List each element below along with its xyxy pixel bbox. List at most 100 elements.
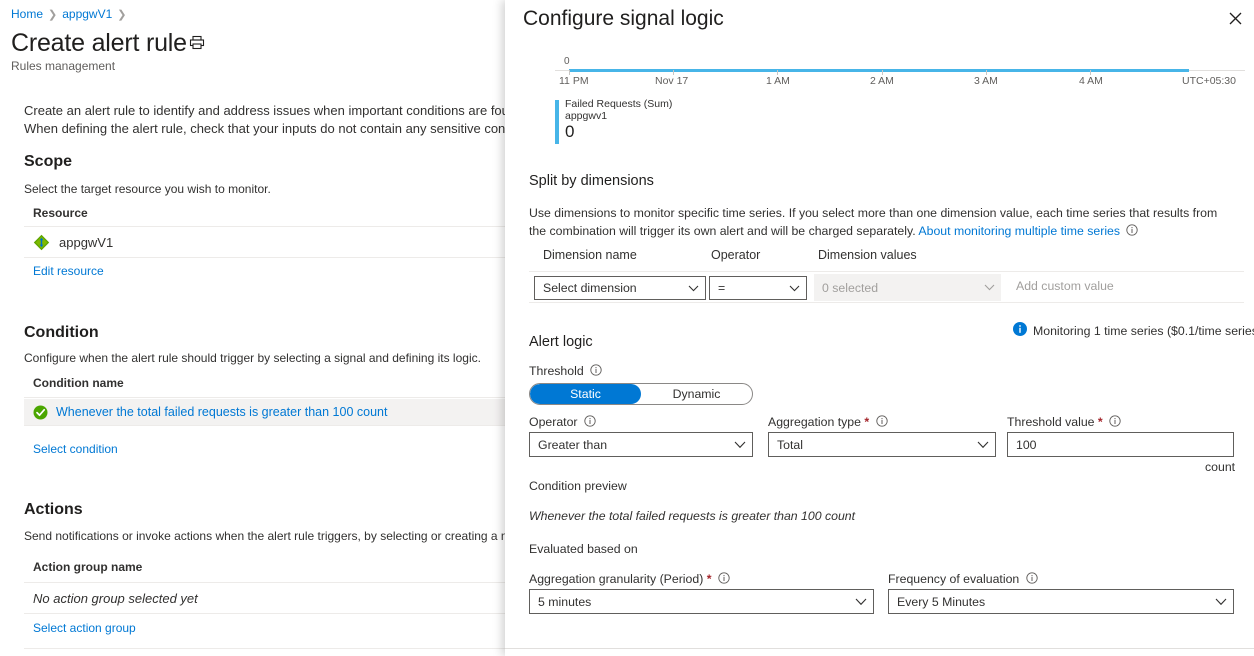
operator-value-select[interactable]: Greater than (529, 432, 753, 457)
actions-heading: Actions (24, 501, 83, 518)
metric-chart: 0 11 PM Nov 17 1 AM 2 AM 3 AM 4 AM UTC+0… (555, 56, 1245, 150)
chart-x-tick-label: 11 PM (559, 75, 589, 87)
select-action-group-link[interactable]: Select action group (33, 620, 136, 637)
scope-heading: Scope (24, 153, 73, 170)
action-group-empty-text: No action group selected yet (33, 590, 198, 606)
aggregation-type-label-text: Aggregation type (768, 415, 861, 429)
frequency-of-evaluation-select[interactable]: Every 5 Minutes (888, 589, 1234, 614)
split-description-line-2: combination will trigger its own alert a… (549, 224, 916, 238)
info-icon[interactable] (1109, 415, 1121, 427)
dimension-values-select: 0 selected (814, 274, 1001, 301)
threshold-label-text: Threshold (529, 364, 584, 378)
info-icon[interactable] (718, 572, 730, 584)
select-condition-link[interactable]: Select condition (33, 441, 118, 458)
aggregation-type-selected-value: Total (777, 437, 803, 452)
frequency-of-evaluation-label: Frequency of evaluation (888, 571, 1038, 588)
divider (24, 257, 505, 258)
aggregation-type-select[interactable]: Total (768, 432, 996, 457)
chart-series-line (569, 69, 1189, 72)
threshold-value-label: Threshold value * (1007, 414, 1121, 431)
edit-resource-link[interactable]: Edit resource (33, 263, 104, 280)
chevron-down-icon (789, 285, 800, 292)
operator-field-label-text: Operator (529, 415, 578, 429)
condition-description: Configure when the alert rule should tri… (24, 351, 481, 365)
required-indicator: * (1094, 415, 1103, 429)
configure-signal-logic-panel: Configure signal logic 0 11 PM Nov 17 1 … (505, 0, 1254, 656)
frequency-of-evaluation-value: Every 5 Minutes (897, 594, 986, 609)
divider (24, 648, 505, 649)
breadcrumb-separator-icon: ❯ (48, 9, 58, 21)
close-icon[interactable] (1222, 5, 1248, 31)
breadcrumb-home[interactable]: Home (11, 7, 43, 21)
condition-name-link[interactable]: Whenever the total failed requests is gr… (56, 405, 387, 419)
condition-heading: Condition (24, 324, 99, 341)
add-custom-value-input[interactable]: Add custom value (1016, 274, 1114, 298)
resource-row[interactable]: appgwV1 (24, 227, 505, 257)
threshold-value-input[interactable]: 100 (1007, 432, 1234, 457)
info-icon (1013, 322, 1027, 336)
dimension-name-select[interactable]: Select dimension (534, 276, 706, 300)
panel-title: Configure signal logic (523, 7, 724, 30)
threshold-dynamic-option[interactable]: Dynamic (641, 384, 752, 404)
chevron-down-icon (984, 284, 995, 291)
chart-x-tick-label: Nov 17 (655, 75, 689, 87)
info-icon[interactable] (1126, 223, 1139, 236)
threshold-label: Threshold (529, 363, 602, 380)
divider (529, 302, 1244, 303)
operator-field-label: Operator (529, 414, 596, 431)
aggregation-granularity-label-text: Aggregation granularity (Period) (529, 572, 704, 586)
threshold-type-toggle[interactable]: Static Dynamic (529, 383, 753, 405)
threshold-value-text: 100 (1016, 437, 1037, 452)
page-subtitle: Rules management (11, 59, 116, 73)
print-icon[interactable] (188, 34, 206, 52)
monitoring-time-series-note: Monitoring 1 time series ($0.1/time seri… (1033, 324, 1254, 338)
action-group-empty-row: No action group selected yet (24, 583, 505, 613)
about-monitoring-multiple-time-series-link[interactable]: About monitoring multiple time series (918, 224, 1120, 238)
chevron-down-icon (977, 441, 989, 449)
chart-y-tick-0: 0 (564, 56, 570, 67)
operator-value: = (718, 281, 726, 295)
success-check-icon (33, 405, 48, 420)
breadcrumb: Home ❯ appgwV1 ❯ (11, 6, 132, 23)
chart-x-tick-label: 4 AM (1079, 75, 1103, 87)
legend-color-swatch (555, 100, 559, 144)
info-icon[interactable] (875, 415, 888, 427)
resource-name: appgwV1 (59, 234, 114, 250)
chevron-down-icon (855, 598, 867, 606)
dimension-values-value: 0 selected (822, 280, 879, 295)
operator-select[interactable]: = (709, 276, 807, 300)
chart-x-tick-label: 3 AM (974, 75, 998, 87)
chart-x-axis: 11 PM Nov 17 1 AM 2 AM 3 AM 4 AM UTC+05:… (555, 70, 1245, 90)
operator-selected-value: Greater than (538, 437, 608, 452)
panel-footer-divider (505, 648, 1254, 649)
split-by-dimensions-heading: Split by dimensions (529, 173, 654, 189)
threshold-static-option[interactable]: Static (530, 384, 641, 404)
evaluated-based-on-heading: Evaluated based on (529, 542, 638, 556)
condition-column-header: Condition name (33, 376, 124, 390)
condition-row[interactable]: Whenever the total failed requests is gr… (24, 399, 505, 425)
application-gateway-icon (33, 234, 50, 251)
info-icon[interactable] (584, 415, 596, 427)
aggregation-granularity-label: Aggregation granularity (Period) * (529, 571, 730, 588)
aggregation-granularity-select[interactable]: 5 minutes (529, 589, 874, 614)
info-icon[interactable] (590, 364, 602, 376)
breadcrumb-resource[interactable]: appgwV1 (62, 7, 112, 21)
actions-description: Send notifications or invoke actions whe… (24, 529, 505, 543)
threshold-unit-label: count (1205, 460, 1236, 474)
condition-preview-heading: Condition preview (529, 479, 627, 493)
dimension-name-column-header: Dimension name (543, 248, 637, 262)
action-group-column-header: Action group name (33, 560, 143, 574)
legend-value: 0 (565, 122, 575, 141)
chart-timezone-label: UTC+05:30 (1182, 75, 1236, 87)
required-indicator: * (703, 572, 712, 586)
chart-x-tick-label: 2 AM (870, 75, 894, 87)
chevron-down-icon (734, 441, 746, 449)
divider (24, 397, 505, 398)
divider (24, 613, 505, 614)
frequency-of-evaluation-label-text: Frequency of evaluation (888, 572, 1020, 586)
threshold-value-label-text: Threshold value (1007, 415, 1095, 429)
aggregation-granularity-value: 5 minutes (538, 594, 592, 609)
scope-description: Select the target resource you wish to m… (24, 182, 271, 196)
info-icon[interactable] (1026, 572, 1038, 584)
intro-text-line-1: Create an alert rule to identify and add… (24, 103, 505, 118)
